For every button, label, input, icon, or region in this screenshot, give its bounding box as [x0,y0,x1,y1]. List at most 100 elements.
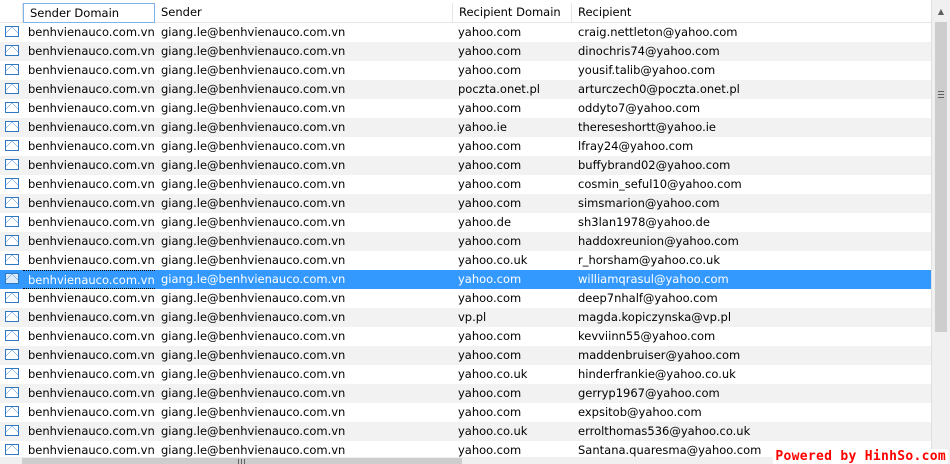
table-row[interactable]: benhvienauco.com.vn giang.le@benhvienauco… [0,308,931,327]
table-row[interactable]: benhvienauco.com.vn giang.le@benhvienauco… [0,422,931,441]
recipient-cell: expsitob@yahoo.com [578,405,702,419]
recipient-cell: errolthomas536@yahoo.co.uk [578,424,751,438]
table-row[interactable]: benhvienauco.com.vn giang.le@benhvienauco… [0,194,931,213]
sender-cell: giang.le@benhvienauco.com.vn [161,386,346,400]
column-header-sender-domain[interactable]: Sender Domain [23,3,155,23]
recipient-domain-cell: yahoo.com [458,139,522,153]
sender-domain-cell: benhvienauco.com.vn [28,215,155,229]
sender-domain-cell: benhvienauco.com.vn [28,44,155,58]
sender-domain-cell: benhvienauco.com.vn [28,253,155,267]
row-icon-cell [0,118,23,137]
sender-domain-cell: benhvienauco.com.vn [28,101,155,115]
recipient-domain-cell: yahoo.com [458,196,522,210]
sender-cell: giang.le@benhvienauco.com.vn [161,215,346,229]
sender-domain-cell: benhvienauco.com.vn [28,310,155,324]
sender-domain-cell: benhvienauco.com.vn [28,424,155,438]
envelope-icon [5,216,19,227]
recipient-cell: yousif.talib@yahoo.com [578,63,716,77]
recipient-cell: oddyto7@yahoo.com [578,101,701,115]
row-icon-cell [0,270,23,289]
envelope-icon [5,45,19,56]
sender-cell: giang.le@benhvienauco.com.vn [161,101,346,115]
envelope-icon [5,102,19,113]
table-row[interactable]: benhvienauco.com.vn giang.le@benhvienauco… [0,289,931,308]
row-icon-cell [0,137,23,156]
recipient-cell: r_horsham@yahoo.co.uk [578,253,720,267]
recipient-domain-cell: yahoo.co.uk [458,424,528,438]
recipient-domain-cell: yahoo.co.uk [458,367,528,381]
table-row[interactable]: benhvienauco.com.vn giang.le@benhvienauco… [0,156,931,175]
sender-cell: giang.le@benhvienauco.com.vn [161,405,346,419]
horizontal-scroll-thumb[interactable] [22,458,462,464]
row-icon-cell [0,23,23,42]
table-row[interactable]: benhvienauco.com.vn giang.le@benhvienauco… [0,61,931,80]
envelope-icon [5,311,19,322]
recipient-cell: magda.kopiczynska@vp.pl [578,310,732,324]
envelope-icon [5,121,19,132]
sender-domain-cell: benhvienauco.com.vn [28,63,155,77]
table-row[interactable]: benhvienauco.com.vn giang.le@benhvienauco… [0,232,931,251]
table-row[interactable]: benhvienauco.com.vn giang.le@benhvienauco… [0,118,931,137]
table-row[interactable]: benhvienauco.com.vn giang.le@benhvienauco… [0,327,931,346]
table-row[interactable]: benhvienauco.com.vn giang.le@benhvienauco… [0,137,931,156]
vertical-scroll-thumb[interactable] [935,22,947,332]
table-row[interactable]: benhvienauco.com.vn giang.le@benhvienauco… [0,80,931,99]
sender-cell: giang.le@benhvienauco.com.vn [161,120,346,134]
recipient-domain-cell: yahoo.com [458,386,522,400]
vertical-scrollbar[interactable]: ▲ [931,0,950,464]
envelope-icon [5,330,19,341]
sender-domain-cell: benhvienauco.com.vn [28,25,155,39]
recipient-cell: sh3lan1978@yahoo.de [578,215,710,229]
recipient-cell: haddoxreunion@yahoo.com [578,234,739,248]
recipient-domain-cell: yahoo.de [458,215,512,229]
sender-cell: giang.le@benhvienauco.com.vn [161,82,346,96]
envelope-icon [5,387,19,398]
column-header-recipient[interactable]: Recipient [572,3,931,23]
table-row[interactable]: benhvienauco.com.vn giang.le@benhvienauco… [0,346,931,365]
table-row[interactable]: benhvienauco.com.vn giang.le@benhvienauco… [0,175,931,194]
table-row[interactable]: benhvienauco.com.vn giang.le@benhvienauco… [0,42,931,61]
recipient-cell: dinochris74@yahoo.com [578,44,720,58]
row-icon-cell [0,99,23,118]
row-icon-cell [0,327,23,346]
table-row[interactable]: benhvienauco.com.vn giang.le@benhvienauco… [0,365,931,384]
table-row[interactable]: benhvienauco.com.vn giang.le@benhvienauco… [0,270,931,289]
table-row[interactable]: benhvienauco.com.vn giang.le@benhvienauco… [0,251,931,270]
sender-cell: giang.le@benhvienauco.com.vn [161,291,346,305]
recipient-cell: kevviinn55@yahoo.com [578,329,716,343]
row-icon-cell [0,175,23,194]
sender-cell: giang.le@benhvienauco.com.vn [161,234,346,248]
row-icon-cell [0,213,23,232]
envelope-icon [5,197,19,208]
table-row[interactable]: benhvienauco.com.vn giang.le@benhvienauco… [0,99,931,118]
sender-domain-cell: benhvienauco.com.vn [28,443,155,457]
scroll-up-arrow-icon[interactable]: ▲ [932,3,950,20]
sender-domain-cell: benhvienauco.com.vn [28,196,155,210]
sender-cell: giang.le@benhvienauco.com.vn [161,367,346,381]
row-icon-cell [0,61,23,80]
row-icon-cell [0,441,23,457]
envelope-icon [5,406,19,417]
envelope-icon [5,254,19,265]
recipient-domain-cell: yahoo.com [458,25,522,39]
email-rows: benhvienauco.com.vn giang.le@benhvienauco… [0,23,931,457]
sender-domain-cell: benhvienauco.com.vn [28,177,155,191]
icon-column-header[interactable] [0,3,23,23]
recipient-domain-cell: yahoo.com [458,101,522,115]
sender-domain-cell: benhvienauco.com.vn [28,139,155,153]
recipient-domain-cell: yahoo.com [458,63,522,77]
row-icon-cell [0,232,23,251]
table-row[interactable]: benhvienauco.com.vn giang.le@benhvienauco… [0,384,931,403]
column-header-sender[interactable]: Sender [155,3,453,23]
table-row[interactable]: benhvienauco.com.vn giang.le@benhvienauco… [0,213,931,232]
sender-domain-cell: benhvienauco.com.vn [28,82,155,96]
recipient-cell: craig.nettleton@yahoo.com [578,25,738,39]
row-icon-cell [0,251,23,270]
sender-cell: giang.le@benhvienauco.com.vn [161,139,346,153]
column-header-recipient-domain[interactable]: Recipient Domain [453,3,572,23]
sender-cell: giang.le@benhvienauco.com.vn [161,272,346,286]
table-row[interactable]: benhvienauco.com.vn giang.le@benhvienauco… [0,403,931,422]
table-row[interactable]: benhvienauco.com.vn giang.le@benhvienauco… [0,23,931,42]
sender-domain-cell: benhvienauco.com.vn [28,348,155,362]
sender-domain-cell: benhvienauco.com.vn [28,405,155,419]
